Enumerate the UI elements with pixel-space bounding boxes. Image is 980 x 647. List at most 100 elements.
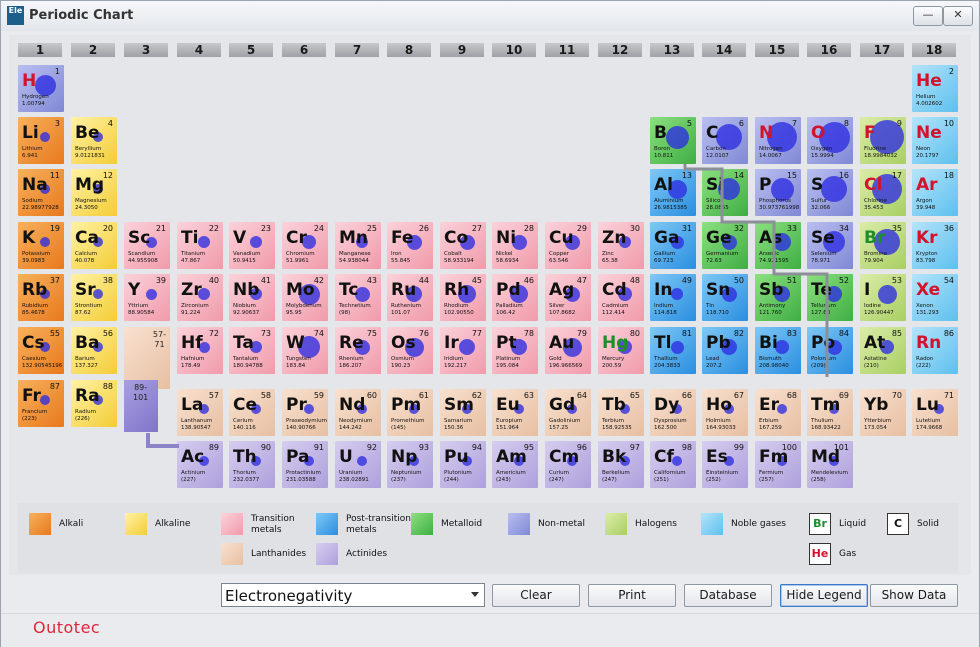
element-tile-mo[interactable]: Mo 42 Molybdenum 95.95 (282, 274, 328, 321)
element-tile-sm[interactable]: Sm 62 Samarium 150.36 (440, 389, 486, 436)
close-button[interactable]: ✕ (943, 6, 973, 26)
element-tile-b[interactable]: B 5 Boron 10.811 (650, 117, 696, 164)
element-tile-br[interactable]: Br 35 Bromine 79.904 (860, 222, 906, 269)
element-tile-fm[interactable]: Fm 100 Fermium (257) (755, 441, 801, 488)
element-tile-ac[interactable]: Ac 89 Actinium (227) (177, 441, 223, 488)
element-tile-ag[interactable]: Ag 47 Silver 107.8682 (545, 274, 591, 321)
print-button[interactable]: Print (588, 584, 676, 607)
element-tile-v[interactable]: V 23 Vanadium 50.9415 (229, 222, 275, 269)
element-tile-c[interactable]: C 6 Carbon 12.0107 (702, 117, 748, 164)
element-tile-nd[interactable]: Nd 60 Neodymium 144.242 (335, 389, 381, 436)
minimize-button[interactable]: — (913, 6, 943, 26)
element-tile-tm[interactable]: Tm 69 Thulium 168.93422 (807, 389, 853, 436)
element-tile-ni[interactable]: Ni 28 Nickel 58.6934 (492, 222, 538, 269)
chevron-down-icon[interactable] (471, 592, 479, 597)
element-tile-ra[interactable]: Ra 88 Radium (226) (71, 380, 117, 427)
element-tile-ho[interactable]: Ho 67 Holmium 164.93033 (702, 389, 748, 436)
element-tile-cr[interactable]: Cr 24 Chromium 51.9961 (282, 222, 328, 269)
element-tile-na[interactable]: Na 11 Sodium 22.98977928 (18, 169, 64, 216)
element-tile-i[interactable]: I 53 Iodine 126.90447 (860, 274, 906, 321)
element-tile-pa[interactable]: Pa 91 Protactinium 231.03588 (282, 441, 328, 488)
element-tile-u[interactable]: U 92 Uranium 238.02891 (335, 441, 381, 488)
element-tile-sc[interactable]: Sc 21 Scandium 44.955908 (124, 222, 170, 269)
clear-button[interactable]: Clear (492, 584, 580, 607)
element-tile-hf[interactable]: Hf 72 Hafnium 178.49 (177, 327, 223, 374)
element-tile-k[interactable]: K 19 Potassium 39.0983 (18, 222, 64, 269)
element-tile-cu[interactable]: Cu 29 Copper 63.546 (545, 222, 591, 269)
element-tile-bi[interactable]: Bi 83 Bismuth 208.98040 (755, 327, 801, 374)
element-tile-ne[interactable]: Ne 10 Neon 20.1797 (912, 117, 958, 164)
element-tile-sb[interactable]: Sb 51 Antimony 121.760 (755, 274, 801, 321)
element-tile-sr[interactable]: Sr 38 Strontium 87.62 (71, 274, 117, 321)
element-tile-s[interactable]: S 16 Sulfur 32.066 (807, 169, 853, 216)
element-tile-al[interactable]: Al 13 Aluminium 26.9815385 (650, 169, 696, 216)
element-tile-at[interactable]: At 85 Astatine (210) (860, 327, 906, 374)
element-tile-ar[interactable]: Ar 18 Argon 39.948 (912, 169, 958, 216)
element-tile-he[interactable]: He 2 Helium 4.002602 (912, 65, 958, 112)
element-tile-pt[interactable]: Pt 78 Platinum 195.084 (492, 327, 538, 374)
property-select[interactable]: Electronegativity (221, 583, 485, 607)
element-tile-cd[interactable]: Cd 48 Cadmium 112.414 (598, 274, 644, 321)
element-tile-fr[interactable]: Fr 87 Francium (223) (18, 380, 64, 427)
element-tile-yb[interactable]: Yb 70 Ytterbium 173.054 (860, 389, 906, 436)
element-tile-ce[interactable]: Ce 58 Cerium 140.116 (229, 389, 275, 436)
element-tile-am[interactable]: Am 95 Americium (243) (492, 441, 538, 488)
element-tile-be[interactable]: Be 4 Beryllium 9.0121831 (71, 117, 117, 164)
element-tile-ge[interactable]: Ge 32 Germanium 72.63 (702, 222, 748, 269)
element-tile-th[interactable]: Th 90 Thorium 232.0377 (229, 441, 275, 488)
element-tile-eu[interactable]: Eu 63 Europium 151.964 (492, 389, 538, 436)
element-tile-bk[interactable]: Bk 97 Berkelium (247) (598, 441, 644, 488)
element-tile-ba[interactable]: Ba 56 Barium 137.327 (71, 327, 117, 374)
element-tile-tc[interactable]: Tc 43 Technetium (98) (335, 274, 381, 321)
element-tile-pr[interactable]: Pr 59 Praseodymium 140.90766 (282, 389, 328, 436)
element-tile-ta[interactable]: Ta 73 Tantalum 180.94788 (229, 327, 275, 374)
element-tile-as[interactable]: As 33 Arsenic 74.921595 (755, 222, 801, 269)
element-tile-po[interactable]: Po 84 Polonium (209) (807, 327, 853, 374)
element-tile-pm[interactable]: Pm 61 Promethium (145) (387, 389, 433, 436)
element-tile-te[interactable]: Te 52 Tellurium 127.60 (807, 274, 853, 321)
element-tile-cs[interactable]: Cs 55 Caesium 132.90545196 (18, 327, 64, 374)
element-tile-ti[interactable]: Ti 22 Titanium 47.867 (177, 222, 223, 269)
element-tile-h[interactable]: H 1 Hydrogen 1.00794 (18, 65, 64, 112)
element-tile-pd[interactable]: Pd 46 Palladium 106.42 (492, 274, 538, 321)
element-tile-tl[interactable]: Tl 81 Thallium 204.3833 (650, 327, 696, 374)
element-tile-li[interactable]: Li 3 Lithium 6.941 (18, 117, 64, 164)
element-tile-n[interactable]: N 7 Nitrogen 14.0067 (755, 117, 801, 164)
element-tile-pb[interactable]: Pb 82 Lead 207.2 (702, 327, 748, 374)
element-tile-si[interactable]: Si 14 Silicon 28.0855 (702, 169, 748, 216)
element-tile-rh[interactable]: Rh 45 Rhodium 102.90550 (440, 274, 486, 321)
element-tile-la[interactable]: La 57 Lanthanum 138.90547 (177, 389, 223, 436)
element-tile-f[interactable]: F 9 Fluorine 18.9984032 (860, 117, 906, 164)
element-tile-co[interactable]: Co 27 Cobalt 58.933194 (440, 222, 486, 269)
show-data-button[interactable]: Show Data (870, 584, 958, 607)
element-tile-y[interactable]: Y 39 Yttrium 88.90584 (124, 274, 170, 321)
element-tile-ca[interactable]: Ca 20 Calcium 40.078 (71, 222, 117, 269)
element-tile-cl[interactable]: Cl 17 Chlorine 35.453 (860, 169, 906, 216)
element-tile-mn[interactable]: Mn 25 Manganese 54.938044 (335, 222, 381, 269)
element-tile-in[interactable]: In 49 Indium 114.818 (650, 274, 696, 321)
element-tile-cf[interactable]: Cf 98 Californium (251) (650, 441, 696, 488)
element-tile-mg[interactable]: Mg 12 Magnesium 24.3050 (71, 169, 117, 216)
element-tile-ga[interactable]: Ga 31 Gallium 69.723 (650, 222, 696, 269)
element-tile-os[interactable]: Os 76 Osmium 190.23 (387, 327, 433, 374)
element-tile-re[interactable]: Re 75 Rhenium 186.207 (335, 327, 381, 374)
element-tile-o[interactable]: O 8 Oxygen 15.9994 (807, 117, 853, 164)
element-tile-np[interactable]: Np 93 Neptunium (237) (387, 441, 433, 488)
element-tile-zn[interactable]: Zn 30 Zinc 65.38 (598, 222, 644, 269)
element-tile-rb[interactable]: Rb 37 Rubidium 85.4678 (18, 274, 64, 321)
element-tile-rn[interactable]: Rn 86 Radon (222) (912, 327, 958, 374)
element-tile-ru[interactable]: Ru 44 Ruthenium 101.07 (387, 274, 433, 321)
element-tile-se[interactable]: Se 34 Selenium 78.971 (807, 222, 853, 269)
element-tile-nb[interactable]: Nb 41 Niobium 92.90637 (229, 274, 275, 321)
element-tile-w[interactable]: W 74 Tungsten 183.84 (282, 327, 328, 374)
element-tile-xe[interactable]: Xe 54 Xenon 131.293 (912, 274, 958, 321)
element-tile-kr[interactable]: Kr 36 Krypton 83.798 (912, 222, 958, 269)
hide-legend-button[interactable]: Hide Legend (780, 584, 868, 607)
element-tile-sn[interactable]: Sn 50 Tin 118.710 (702, 274, 748, 321)
element-tile-tb[interactable]: Tb 65 Terbium 158.92535 (598, 389, 644, 436)
element-tile-es[interactable]: Es 99 Einsteinium (252) (702, 441, 748, 488)
element-tile-pu[interactable]: Pu 94 Plutonium (244) (440, 441, 486, 488)
element-tile-ir[interactable]: Ir 77 Iridium 192.217 (440, 327, 486, 374)
element-tile-er[interactable]: Er 68 Erbium 167.259 (755, 389, 801, 436)
element-tile-dy[interactable]: Dy 66 Dysprosium 162.500 (650, 389, 696, 436)
